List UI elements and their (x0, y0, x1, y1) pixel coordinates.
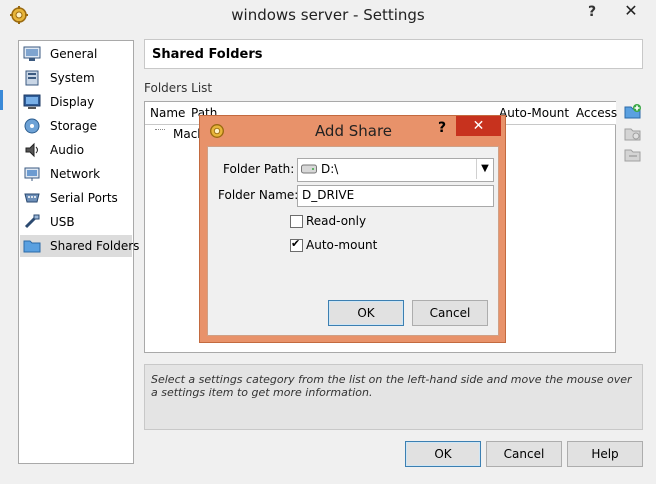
sidebar-item-system[interactable]: System (20, 67, 132, 89)
sidebar-item-shared-folders[interactable]: Shared Folders (20, 235, 139, 257)
serial-ports-icon (24, 193, 40, 203)
sidebar-item-storage[interactable]: Storage (20, 115, 132, 137)
tree-connector (155, 129, 165, 130)
drive-icon (301, 164, 317, 174)
system-icon (25, 70, 39, 86)
sidebar-item-label: Network (50, 167, 101, 181)
add-share-dialog: Add Share ? ✕ Folder Path: D:\ ▼ Folder … (199, 115, 506, 343)
title-bar: windows server - Settings ? ✕ (0, 0, 656, 30)
usb-icon (24, 214, 40, 229)
info-text: Select a settings category from the list… (151, 373, 632, 399)
folder-name-value: D_DRIVE (302, 188, 355, 202)
sidebar-item-serial-ports[interactable]: Serial Ports (20, 187, 132, 209)
sidebar-item-label: USB (50, 215, 75, 229)
info-description-box: Select a settings category from the list… (144, 364, 643, 430)
column-header-access[interactable]: Access (571, 102, 617, 125)
settings-window: windows server - Settings ? ✕ General Sy… (0, 0, 656, 484)
sidebar-item-network[interactable]: Network (20, 163, 132, 185)
cancel-button[interactable]: Cancel (486, 441, 562, 467)
folder-path-value: D:\ (321, 162, 339, 176)
sidebar-item-label: Display (50, 95, 95, 109)
add-folder-icon[interactable] (624, 103, 642, 121)
checkmark-icon: ✔ (291, 237, 301, 250)
folder-name-input[interactable]: D_DRIVE (297, 185, 494, 207)
dialog-close-button[interactable]: ✕ (456, 116, 501, 136)
sidebar-item-label: System (50, 71, 95, 85)
sidebar-item-label: Storage (50, 119, 97, 133)
folder-path-combobox[interactable]: D:\ ▼ (297, 158, 494, 182)
help-title-button[interactable]: ? (588, 4, 596, 20)
edit-folder-icon[interactable] (624, 125, 642, 143)
general-icon (23, 46, 41, 61)
network-icon (24, 167, 40, 181)
folders-list-label: Folders List (144, 81, 213, 95)
sidebar-item-audio[interactable]: Audio (20, 139, 132, 161)
sidebar-item-label: Audio (50, 143, 85, 157)
ok-button[interactable]: OK (405, 441, 481, 467)
sidebar-item-label: Shared Folders (50, 239, 140, 253)
sidebar-item-label: Serial Ports (50, 191, 118, 205)
window-title: windows server - Settings (231, 6, 425, 24)
chevron-down-icon[interactable]: ▼ (476, 159, 493, 179)
left-edge-accent (0, 90, 3, 110)
dialog-title-bar: Add Share ? ✕ (200, 116, 507, 144)
dialog-cancel-button[interactable]: Cancel (412, 300, 488, 326)
display-icon (23, 94, 41, 109)
column-header-name[interactable]: Name (145, 102, 187, 125)
audio-icon (25, 142, 38, 158)
folder-path-label: Folder Path: (223, 162, 295, 176)
folder-name-label: Folder Name: (218, 188, 299, 202)
sidebar-item-general[interactable]: General (20, 43, 132, 65)
read-only-checkbox[interactable] (290, 215, 303, 228)
sidebar-item-label: General (50, 47, 98, 61)
read-only-label: Read-only (306, 214, 367, 228)
remove-folder-icon[interactable] (624, 146, 642, 164)
page-header: Shared Folders (144, 39, 643, 69)
page-title: Shared Folders (152, 47, 263, 62)
dialog-help-button[interactable]: ? (438, 120, 446, 136)
auto-mount-checkbox[interactable]: ✔ (290, 237, 303, 252)
dialog-body: Folder Path: D:\ ▼ Folder Name: D_DRIVE … (207, 146, 499, 336)
sidebar-item-display[interactable]: Display (20, 91, 132, 113)
storage-icon (24, 118, 40, 134)
help-button[interactable]: Help (567, 441, 643, 467)
close-window-button[interactable]: ✕ (608, 0, 654, 22)
sidebar-item-usb[interactable]: USB (20, 211, 132, 233)
auto-mount-label: Auto-mount (306, 238, 378, 252)
dialog-ok-button[interactable]: OK (328, 300, 404, 326)
settings-sidebar: General System Display Storage Audio Net… (18, 40, 139, 464)
shared-folders-icon (23, 240, 41, 253)
